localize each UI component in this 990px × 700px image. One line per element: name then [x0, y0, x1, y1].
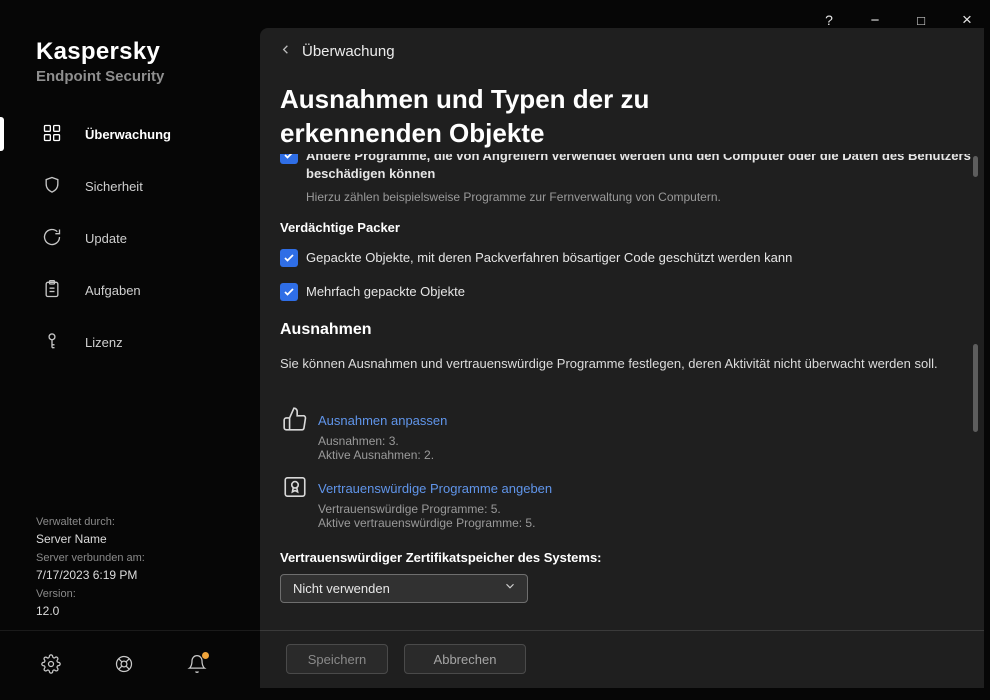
- help-button[interactable]: ?: [816, 8, 842, 32]
- cancel-button[interactable]: Abbrechen: [404, 644, 526, 674]
- maximize-button[interactable]: □: [908, 8, 934, 32]
- back-label: Überwachung: [302, 43, 395, 60]
- save-button[interactable]: Speichern: [286, 644, 388, 674]
- clipped-label-line2[interactable]: beschädigen können: [306, 166, 435, 181]
- scroll-content: Andere Programme, die von Angreifern ver…: [280, 154, 972, 630]
- trusted-programs-icon: [282, 474, 308, 505]
- active-trusted-programs-count: Aktive vertrauenswürdige Programme: 5.: [318, 516, 535, 530]
- sidebar-item-lizenz[interactable]: Lizenz: [0, 316, 260, 368]
- active-exclusions-count: Aktive Ausnahmen: 2.: [318, 448, 434, 462]
- tasks-icon: [42, 279, 62, 302]
- brand-subtitle: Endpoint Security: [36, 68, 164, 85]
- connected-value: 7/17/2023 6:19 PM: [36, 568, 145, 583]
- chevron-left-icon: [278, 42, 293, 61]
- checkbox-packed-objects[interactable]: [280, 249, 298, 267]
- license-icon: [42, 331, 62, 354]
- brand-logo: Kaspersky Endpoint Security: [36, 38, 164, 85]
- sidebar-item-label: Überwachung: [85, 127, 171, 142]
- checkbox-multipacked-objects[interactable]: [280, 283, 298, 301]
- chevron-down-icon: [503, 579, 517, 598]
- version-label: Version:: [36, 587, 145, 602]
- security-icon: [42, 175, 62, 198]
- checkbox-other-programs[interactable]: [280, 154, 298, 164]
- sidebar-nav: Überwachung Sicherheit Update: [0, 108, 260, 368]
- scrollbar-thumb[interactable]: [973, 344, 978, 432]
- sidebar-item-label: Lizenz: [85, 335, 123, 350]
- gear-icon: [41, 654, 61, 677]
- managed-by-value: Server Name: [36, 532, 145, 547]
- support-button[interactable]: [104, 646, 144, 686]
- update-icon: [42, 227, 62, 250]
- sidebar-item-aufgaben[interactable]: Aufgaben: [0, 264, 260, 316]
- exclusions-description: Sie können Ausnahmen und vertrauenswürdi…: [280, 354, 944, 373]
- connected-label: Server verbunden am:: [36, 551, 145, 566]
- clipped-label-line1: Andere Programme, die von Angreifern ver…: [306, 154, 971, 163]
- cert-store-select[interactable]: Nicht verwenden: [280, 574, 528, 603]
- sidebar-item-update[interactable]: Update: [0, 212, 260, 264]
- version-value: 12.0: [36, 604, 145, 619]
- close-button[interactable]: ×: [954, 8, 980, 32]
- scrollbar-thumb-top[interactable]: [973, 156, 978, 177]
- trusted-programs-link[interactable]: Vertrauenswürdige Programme angeben: [318, 481, 552, 496]
- sidebar-item-label: Aufgaben: [85, 283, 141, 298]
- brand-title: Kaspersky: [36, 38, 164, 66]
- notification-badge: [202, 652, 209, 659]
- monitoring-icon: [42, 123, 62, 146]
- sidebar-footer: [0, 630, 260, 700]
- exclusions-count: Ausnahmen: 3.: [318, 434, 399, 448]
- manage-exclusions-link[interactable]: Ausnahmen anpassen: [318, 413, 447, 428]
- trusted-programs-count: Vertrauenswürdige Programme: 5.: [318, 502, 501, 516]
- minimize-button[interactable]: −: [862, 8, 888, 32]
- server-info: Verwaltet durch: Server Name Server verb…: [36, 511, 145, 619]
- exclusions-section-title: Ausnahmen: [280, 321, 372, 339]
- page-title: Ausnahmen und Typen der zu erkennenden O…: [280, 82, 710, 150]
- cert-store-selected-value: Nicht verwenden: [293, 581, 503, 596]
- sidebar-item-sicherheit[interactable]: Sicherheit: [0, 160, 260, 212]
- sidebar: Kaspersky Endpoint Security Überwachung: [0, 0, 260, 700]
- clipped-item-description: Hierzu zählen beispielsweise Programme z…: [306, 190, 721, 204]
- managed-by-label: Verwaltet durch:: [36, 515, 145, 530]
- packers-section-title: Verdächtige Packer: [280, 220, 400, 235]
- footer-divider: [260, 630, 984, 631]
- notifications-button[interactable]: [177, 646, 217, 686]
- cert-store-label: Vertrauenswürdiger Zertifikatspeicher de…: [280, 550, 602, 565]
- sidebar-item-label: Update: [85, 231, 127, 246]
- sidebar-item-ueberwachung[interactable]: Überwachung: [0, 108, 260, 160]
- thumbs-up-icon: [282, 406, 308, 437]
- app-window: ? − □ × Kaspersky Endpoint Security Über…: [0, 0, 990, 700]
- checkbox-packed-objects-label[interactable]: Gepackte Objekte, mit deren Packverfahre…: [306, 250, 792, 265]
- main-panel: Überwachung Ausnahmen und Typen der zu e…: [260, 28, 984, 688]
- back-button[interactable]: Überwachung: [278, 42, 395, 61]
- support-icon: [114, 654, 134, 677]
- checkbox-multipacked-objects-label[interactable]: Mehrfach gepackte Objekte: [306, 284, 465, 299]
- window-controls: ? − □ ×: [816, 8, 980, 32]
- sidebar-item-label: Sicherheit: [85, 179, 143, 194]
- settings-button[interactable]: [31, 646, 71, 686]
